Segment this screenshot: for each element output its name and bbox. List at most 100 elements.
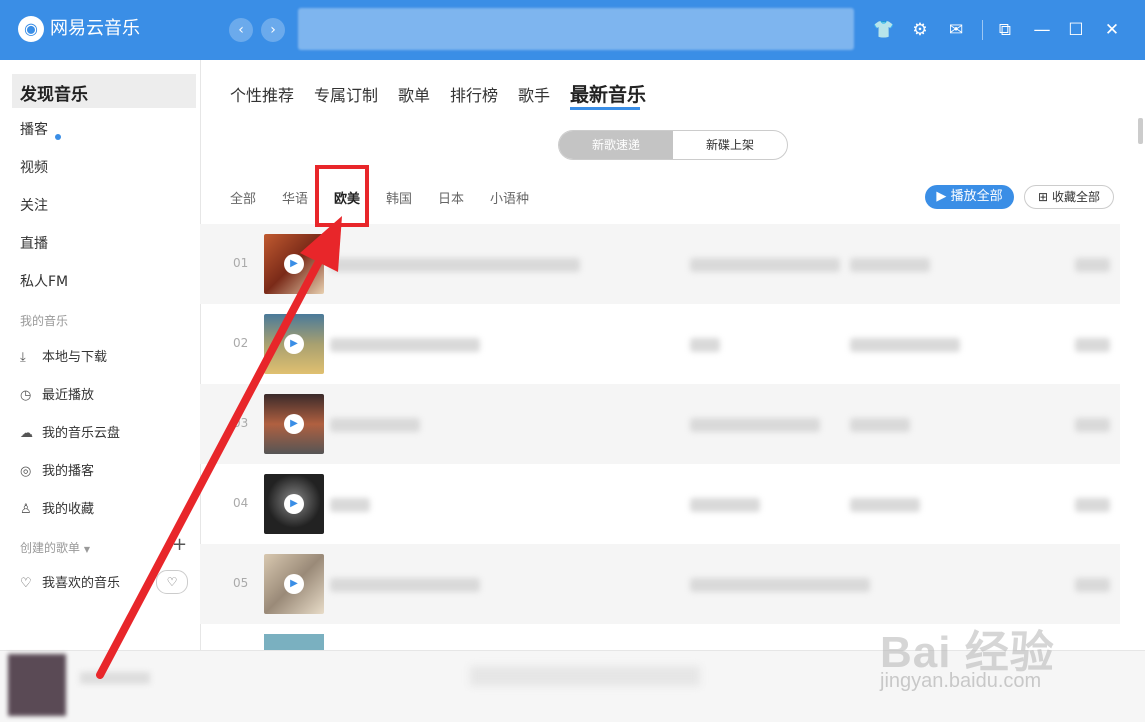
song-artist — [690, 418, 820, 432]
sidebar-item-collection[interactable]: ♙ 我的收藏 — [20, 498, 94, 517]
sidebar-item-follow[interactable]: 关注 — [20, 195, 48, 215]
song-cover[interactable]: ▶ — [264, 554, 324, 614]
play-icon[interactable]: ▶ — [284, 254, 304, 274]
tab-active-indicator — [570, 107, 640, 110]
song-cover[interactable]: ▶ — [264, 394, 324, 454]
play-all-button[interactable]: ▶ 播放全部 — [925, 185, 1014, 209]
titlebar-divider — [982, 20, 983, 40]
player-controls[interactable] — [470, 666, 700, 686]
table-row[interactable]: 05 ▶ — [200, 544, 1120, 624]
table-row[interactable]: 01 ▶ — [200, 224, 1120, 304]
play-circle-icon: ▶ — [936, 189, 947, 204]
sidebar-item-video[interactable]: 视频 — [20, 157, 48, 177]
play-icon[interactable]: ▶ — [284, 494, 304, 514]
tab-recommend[interactable]: 个性推荐 — [230, 82, 294, 106]
sidebar-item-favorite[interactable]: ♡ 我喜欢的音乐 — [20, 572, 120, 591]
app-title: 网易云音乐 — [50, 18, 140, 39]
sidebar-item-recent[interactable]: ◷ 最近播放 — [20, 384, 94, 403]
table-row[interactable]: 02 ▶ — [200, 304, 1120, 384]
song-duration — [1075, 578, 1110, 592]
song-cover[interactable]: ▶ — [264, 474, 324, 534]
sidebar-group-created[interactable]: 创建的歌单 ▼ — [20, 539, 90, 556]
toggle-new-songs[interactable]: 新歌速递 — [559, 131, 673, 159]
song-duration — [1075, 258, 1110, 272]
song-cover-partial — [264, 634, 324, 650]
skin-icon[interactable]: 👕 — [872, 18, 896, 42]
song-number: 05 — [233, 576, 249, 590]
sidebar: 发现音乐 播客 视频 关注 直播 私人FM 我的音乐 ⤓ 本地与下载 ◷ 最近播放 … — [0, 60, 201, 650]
filter-korean[interactable]: 韩国 — [386, 188, 412, 207]
toggle-new-albums[interactable]: 新碟上架 — [673, 131, 787, 159]
sidebar-item-label: 发现音乐 — [20, 85, 88, 105]
song-cover[interactable]: ▶ — [264, 314, 324, 374]
user-icon: ♙ — [20, 502, 32, 517]
mini-mode-icon[interactable]: ⧉ — [993, 18, 1017, 42]
song-duration — [1075, 338, 1110, 352]
sidebar-item-cloud[interactable]: ☁ 我的音乐云盘 — [20, 422, 120, 441]
collect-all-label: 收藏全部 — [1051, 190, 1100, 204]
song-album — [850, 338, 960, 352]
song-album — [850, 498, 920, 512]
play-icon[interactable]: ▶ — [284, 414, 304, 434]
tab-newest-music[interactable]: 最新音乐 — [570, 80, 646, 107]
forward-button[interactable]: › — [261, 18, 285, 42]
collect-all-button[interactable]: ⊞ 收藏全部 — [1024, 185, 1114, 209]
heart-mode-button[interactable]: ♡ — [156, 570, 188, 594]
sidebar-item-fm[interactable]: 私人FM — [20, 271, 68, 291]
minimize-icon[interactable]: — — [1030, 18, 1054, 42]
song-cover[interactable]: ▶ — [264, 234, 324, 294]
sidebar-item-podcast[interactable]: 播客 — [20, 119, 48, 139]
tab-ranking[interactable]: 排行榜 — [450, 82, 498, 106]
mail-icon[interactable]: ✉ — [944, 18, 968, 42]
tab-artist[interactable]: 歌手 — [518, 82, 550, 106]
table-row[interactable]: 03 ▶ — [200, 384, 1120, 464]
play-icon[interactable]: ▶ — [284, 334, 304, 354]
play-icon[interactable]: ▶ — [284, 574, 304, 594]
notification-dot — [55, 134, 61, 140]
close-icon[interactable]: ✕ — [1100, 18, 1124, 42]
maximize-icon[interactable]: ☐ — [1064, 18, 1088, 42]
scrollbar-thumb[interactable] — [1138, 118, 1143, 144]
sidebar-item-label: 我喜欢的音乐 — [42, 576, 121, 591]
heart-icon: ♡ — [20, 576, 32, 591]
settings-icon[interactable]: ⚙ — [908, 18, 932, 42]
annotation-highlight-box — [315, 165, 369, 227]
add-playlist-icon[interactable]: + — [172, 534, 187, 555]
sidebar-item-discover[interactable]: 发现音乐 — [12, 74, 196, 108]
song-title — [330, 338, 480, 352]
filter-minor-languages[interactable]: 小语种 — [490, 188, 529, 207]
sidebar-item-label: 我的播客 — [42, 464, 95, 479]
tab-playlist[interactable]: 歌单 — [398, 82, 430, 106]
sidebar-item-local[interactable]: ⤓ 本地与下载 — [20, 346, 107, 365]
sidebar-item-label: 最近播放 — [42, 388, 95, 403]
new-toggle: 新歌速递 新碟上架 — [558, 130, 788, 160]
clock-icon: ◷ — [20, 388, 32, 403]
caret-down-icon: ▼ — [83, 545, 90, 554]
song-artist — [690, 258, 840, 272]
song-artist — [690, 498, 760, 512]
filter-japanese[interactable]: 日本 — [438, 188, 464, 207]
cloud-icon: ☁ — [20, 426, 33, 441]
now-playing-cover[interactable] — [8, 654, 66, 716]
podcast-icon: ◎ — [20, 464, 32, 479]
table-row[interactable]: 04 ▶ — [200, 464, 1120, 544]
filter-all[interactable]: 全部 — [230, 188, 256, 207]
sidebar-group-label: 创建的歌单 — [20, 541, 81, 555]
song-album — [850, 258, 930, 272]
song-album — [850, 418, 910, 432]
song-title — [330, 418, 420, 432]
back-button[interactable]: ‹ — [229, 18, 253, 42]
sidebar-item-label: 我的音乐云盘 — [42, 426, 121, 441]
add-box-icon: ⊞ — [1038, 190, 1049, 204]
search-area[interactable] — [298, 8, 854, 50]
song-artist — [690, 338, 720, 352]
song-number: 04 — [233, 496, 249, 510]
filter-chinese[interactable]: 华语 — [282, 188, 308, 207]
netease-logo-icon: ◉ — [18, 16, 44, 42]
tab-custom[interactable]: 专属订制 — [314, 82, 378, 106]
sidebar-item-live[interactable]: 直播 — [20, 233, 48, 253]
sidebar-item-my-podcast[interactable]: ◎ 我的播客 — [20, 460, 94, 479]
song-artist — [690, 578, 870, 592]
song-title — [330, 258, 580, 272]
sidebar-item-label: 我的收藏 — [42, 502, 95, 517]
